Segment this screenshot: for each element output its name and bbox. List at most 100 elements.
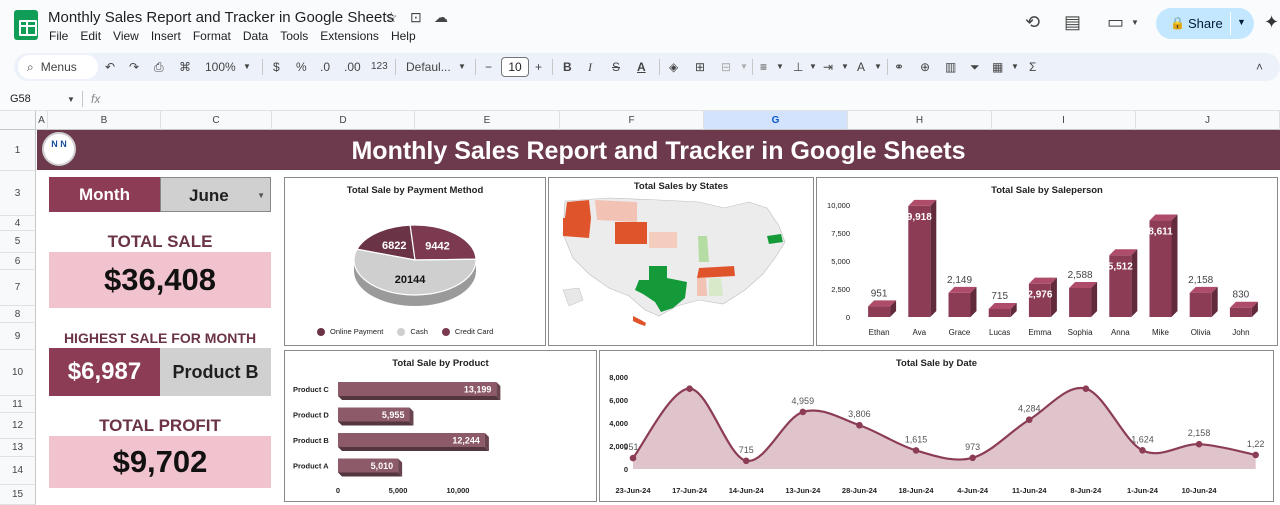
increase-decimal-button[interactable]: .00 — [344, 59, 361, 75]
share-button[interactable]: 🔒 Share ▼ — [1156, 8, 1254, 39]
merge-cells-icon[interactable]: ⊟ — [721, 59, 731, 75]
dropdown-arrow-icon[interactable]: ▼ — [257, 178, 265, 213]
menu-extensions[interactable]: Extensions — [320, 29, 379, 43]
decrease-decimal-button[interactable]: .0 — [320, 59, 330, 75]
increase-font-size-icon[interactable]: + — [535, 59, 542, 75]
col-header-i[interactable]: I — [992, 111, 1136, 130]
bold-icon[interactable]: B — [563, 59, 572, 75]
sheets-logo-icon[interactable] — [14, 10, 38, 40]
row-header-13[interactable]: 13 — [0, 439, 36, 457]
functions-icon[interactable]: Σ — [1029, 59, 1036, 75]
chart-sale-by-salesperson[interactable]: Total Sale by Saleperson 10,000 7,500 5,00… — [816, 177, 1278, 346]
text-wrapping-icon[interactable]: ⇥ — [823, 59, 833, 75]
row-header-14[interactable]: 14 — [0, 457, 36, 485]
row-header-1[interactable]: 1 — [0, 130, 36, 171]
col-header-a[interactable]: A — [36, 111, 48, 130]
collapse-toolbar-icon[interactable]: ˄ — [1256, 59, 1263, 75]
star-icon[interactable]: ☆ — [385, 9, 398, 26]
wrap-dropdown-icon[interactable]: ▼ — [841, 59, 849, 75]
menu-help[interactable]: Help — [391, 29, 416, 43]
col-header-d[interactable]: D — [272, 111, 415, 130]
meet-video-icon[interactable]: ▭ — [1107, 12, 1124, 33]
chart-sales-by-states[interactable]: Total Sales by States — [548, 177, 814, 346]
menu-insert[interactable]: Insert — [151, 29, 181, 43]
formula-input[interactable] — [112, 90, 1272, 108]
filter-views-icon[interactable]: ▦ — [992, 59, 1003, 75]
row-header-7[interactable]: 7 — [0, 270, 36, 306]
undo-icon[interactable]: ↶ — [105, 59, 115, 75]
insert-chart-icon[interactable]: ▥ — [945, 59, 956, 75]
chart-sale-by-date[interactable]: Total Sale by Date 8,000 6,000 4,000 2,000 0… — [599, 350, 1274, 502]
filter-views-dropdown-icon[interactable]: ▼ — [1011, 59, 1019, 75]
menu-file[interactable]: File — [49, 29, 68, 43]
col-header-b[interactable]: B — [48, 111, 161, 130]
row-header-11[interactable]: 11 — [0, 396, 36, 413]
insert-link-icon[interactable]: ⚭ — [894, 59, 904, 75]
select-all-corner[interactable] — [0, 111, 36, 130]
fill-color-icon[interactable]: ◈ — [669, 59, 678, 75]
percent-format-button[interactable]: % — [296, 59, 307, 75]
name-box-dropdown-icon[interactable]: ▼ — [67, 95, 75, 104]
share-dropdown-icon[interactable]: ▼ — [1237, 17, 1246, 27]
col-header-e[interactable]: E — [415, 111, 560, 130]
col-header-c[interactable]: C — [161, 111, 272, 130]
document-title[interactable]: Monthly Sales Report and Tracker in Goog… — [48, 9, 394, 26]
print-icon[interactable]: ⎙ — [154, 59, 164, 75]
row-header-6[interactable]: 6 — [0, 253, 36, 270]
state-washington — [565, 200, 591, 218]
menus-search-button[interactable]: ⌕ Menus — [18, 55, 98, 79]
currency-format-button[interactable]: $ — [273, 59, 280, 75]
menu-data[interactable]: Data — [243, 29, 268, 43]
row-header-15[interactable]: 15 — [0, 485, 36, 505]
month-dropdown[interactable]: June ▼ — [160, 177, 271, 212]
number-format-button[interactable]: 123 — [371, 59, 388, 75]
rotation-dropdown-icon[interactable]: ▼ — [874, 59, 882, 75]
font-select[interactable]: Defaul... — [406, 59, 451, 75]
row-header-3[interactable]: 3 — [0, 171, 36, 216]
insert-comment-icon[interactable]: ⊕ — [920, 59, 930, 75]
menu-format[interactable]: Format — [193, 29, 231, 43]
row-header-10[interactable]: 10 — [0, 350, 36, 396]
zoom-dropdown-icon[interactable]: ▼ — [243, 59, 251, 75]
halign-dropdown-icon[interactable]: ▼ — [776, 59, 784, 75]
paint-format-icon[interactable]: ⌘ — [179, 59, 191, 75]
col-header-h[interactable]: H — [848, 111, 992, 130]
italic-icon[interactable]: I — [588, 59, 592, 75]
version-history-icon[interactable]: ⟲ — [1025, 12, 1040, 33]
col-header-f[interactable]: F — [560, 111, 704, 130]
redo-icon[interactable]: ↷ — [129, 59, 139, 75]
cloud-status-icon[interactable]: ☁ — [434, 9, 448, 26]
row-header-5[interactable]: 5 — [0, 231, 36, 253]
y-tick-label: 0 — [624, 465, 628, 474]
filter-icon[interactable]: ⏷ — [970, 59, 980, 75]
font-dropdown-icon[interactable]: ▼ — [458, 59, 466, 75]
chart-sale-by-product[interactable]: Total Sale by Product Product C 13,199 Pro… — [284, 350, 597, 502]
data-point — [799, 408, 807, 416]
chart-payment-method[interactable]: Total Sale by Payment Method 6822 9442 201… — [284, 177, 546, 346]
col-header-j[interactable]: J — [1136, 111, 1280, 130]
text-rotation-icon[interactable]: A — [857, 59, 865, 75]
decrease-font-size-icon[interactable]: − — [485, 59, 492, 75]
text-color-icon[interactable]: A — [637, 59, 646, 75]
vertical-align-icon[interactable]: ⊥ — [793, 59, 803, 75]
valign-dropdown-icon[interactable]: ▼ — [809, 59, 817, 75]
row-header-12[interactable]: 12 — [0, 413, 36, 439]
row-header-9[interactable]: 9 — [0, 323, 36, 350]
zoom-select[interactable]: 100% — [205, 59, 236, 75]
row-header-8[interactable]: 8 — [0, 306, 36, 323]
borders-icon[interactable]: ⊞ — [695, 59, 705, 75]
name-box[interactable]: G58 — [10, 93, 31, 105]
meet-dropdown-icon[interactable]: ▼ — [1131, 18, 1139, 27]
menu-tools[interactable]: Tools — [280, 29, 308, 43]
font-size-input[interactable]: 10 — [501, 57, 529, 77]
gemini-sparkle-icon[interactable]: ✦ — [1264, 12, 1279, 33]
menu-view[interactable]: View — [113, 29, 139, 43]
menu-edit[interactable]: Edit — [80, 29, 101, 43]
horizontal-align-icon[interactable]: ≡ — [760, 59, 767, 75]
col-header-g[interactable]: G — [704, 111, 848, 130]
merge-dropdown-icon[interactable]: ▼ — [740, 59, 748, 75]
move-folder-icon[interactable]: ⊡ — [410, 9, 422, 26]
strikethrough-icon[interactable]: S — [612, 59, 620, 75]
row-header-4[interactable]: 4 — [0, 216, 36, 231]
comments-icon[interactable]: ▤ — [1064, 12, 1081, 33]
